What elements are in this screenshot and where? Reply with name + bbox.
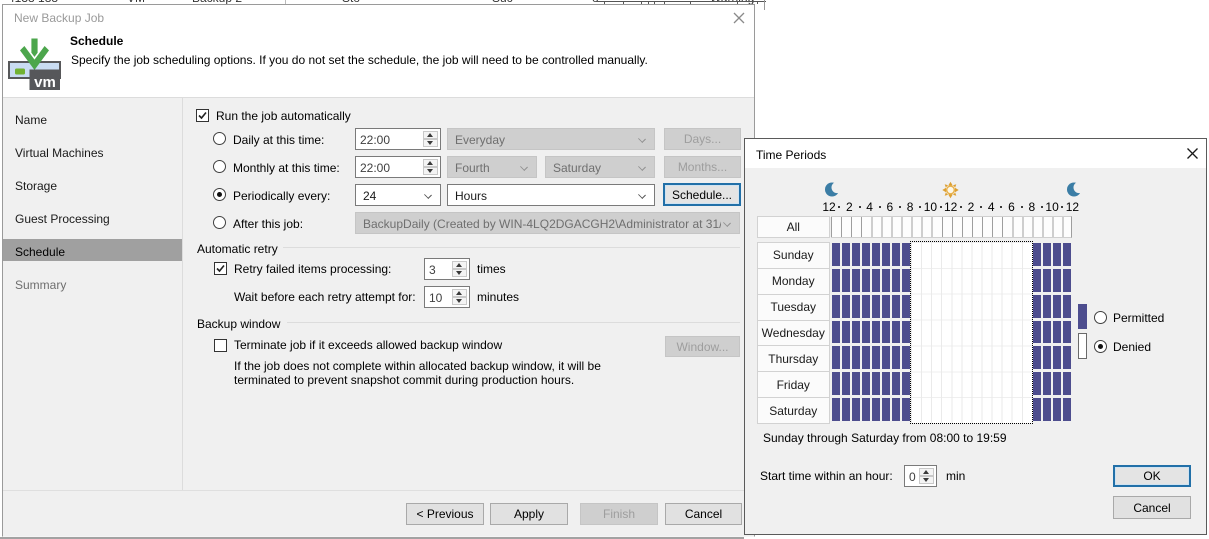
svg-text:vm: vm (34, 74, 56, 91)
